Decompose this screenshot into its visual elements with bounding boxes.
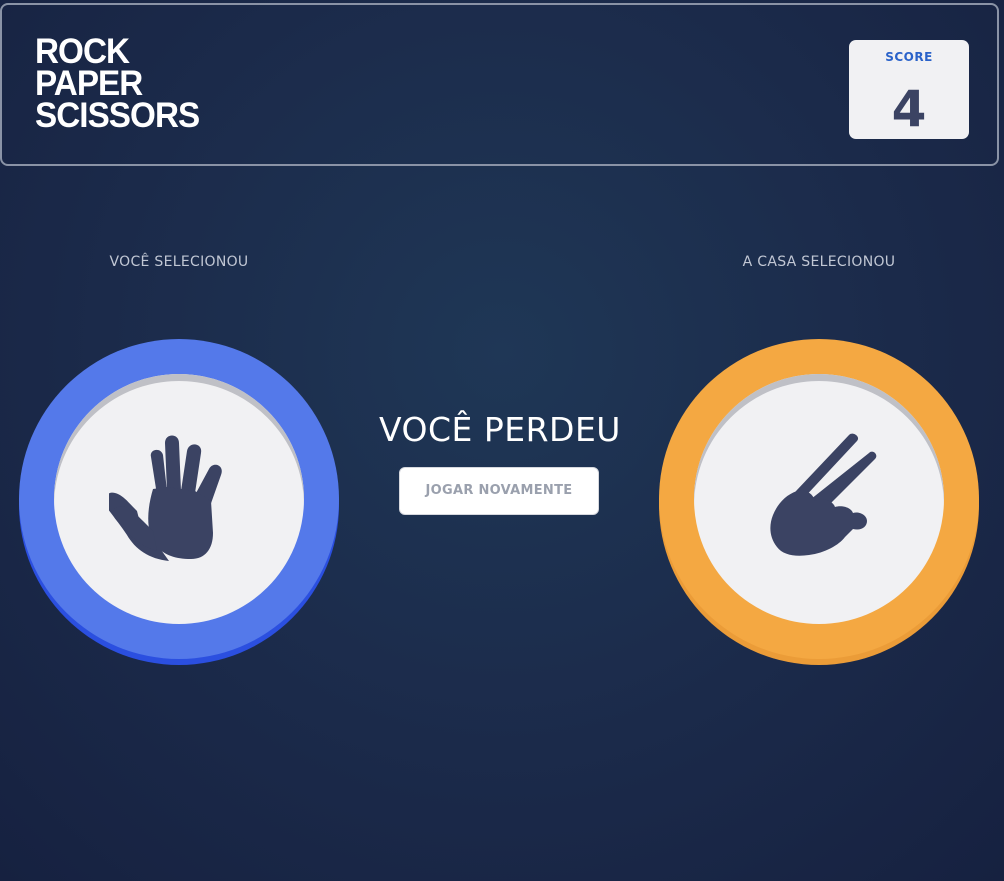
header-bar: ROCK PAPER SCISSORS SCORE 4 [0,3,999,166]
house-choice-scissors-token [659,339,979,659]
score-value: 4 [891,80,927,138]
scissors-token-face [694,374,944,624]
player-pick-label: VOCÊ SELECIONOU [109,254,249,270]
title-line-scissors: SCISSORS [35,96,200,135]
player-choice-paper-token [19,339,339,659]
house-pick-label: A CASA SELECIONOU [742,254,896,270]
play-again-button[interactable]: JOGAR NOVAMENTE [399,467,599,515]
score-label: SCORE [885,50,933,64]
score-box: SCORE 4 [849,40,969,139]
game-title: ROCK PAPER SCISSORS [35,34,200,135]
hand-open-icon [109,435,222,561]
paper-token-face [54,374,304,624]
hand-scissors-icon [770,433,877,556]
result-text: VOCÊ PERDEU [379,410,621,449]
